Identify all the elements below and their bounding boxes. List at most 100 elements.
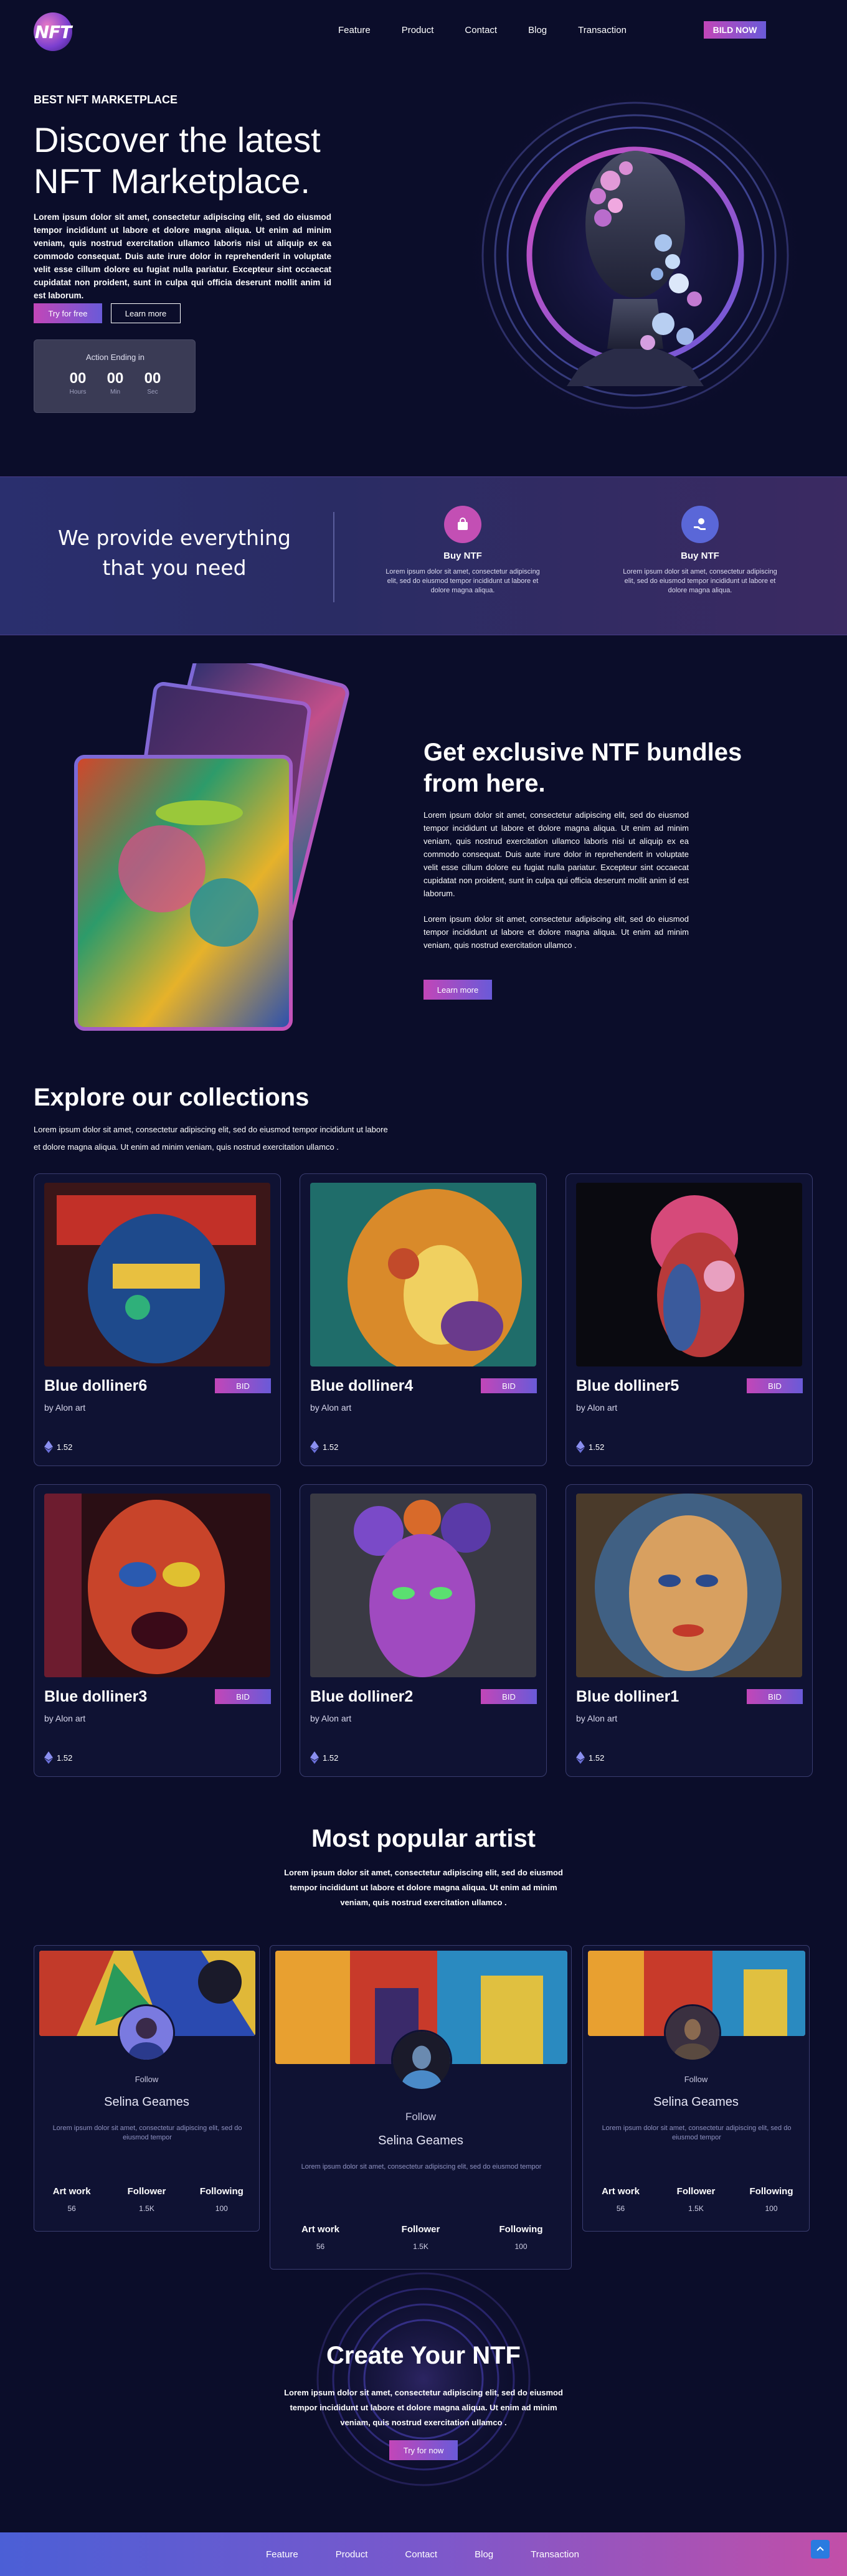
stat-label: Art work <box>52 2186 91 2197</box>
bundles-learn-more-button[interactable]: Learn more <box>424 980 492 1000</box>
min-label: Min <box>110 389 121 395</box>
auction-timer-card: Action Ending in 00 Hours 00 Min 00 Sec <box>34 339 196 413</box>
price-value: 1.52 <box>323 1753 339 1763</box>
feature-buy-ntf-1: Buy NTF Lorem ipsum dolor sit amet, cons… <box>385 506 541 595</box>
collection-image <box>310 1494 536 1677</box>
bid-button[interactable]: BID <box>481 1689 537 1704</box>
timer-seconds: 00 Sec <box>134 370 171 395</box>
logo-text: NFT <box>34 21 72 42</box>
stat-label: Following <box>749 2186 793 2197</box>
price-value: 1.52 <box>57 1442 73 1452</box>
nav-links: Feature Product Contact Blog Transaction <box>338 25 658 36</box>
bid-button[interactable]: BID <box>747 1378 803 1393</box>
timer-minutes: 00 Min <box>97 370 134 395</box>
collection-author: by Alon art <box>310 1403 352 1413</box>
stat-value: 1.5K <box>139 2204 154 2213</box>
hero-title: Discover the latest NFT Marketplace. <box>34 120 321 201</box>
bundles-paragraph-1: Lorem ipsum dolor sit amet, consectetur … <box>424 810 689 898</box>
follow-button[interactable]: Follow <box>270 2111 571 2123</box>
try-for-now-button[interactable]: Try for now <box>389 2440 458 2460</box>
scroll-to-top-button[interactable] <box>811 2540 830 2559</box>
artist-stats: Art work 56 Follower 1.5K Following 100 <box>583 2186 809 2213</box>
feature-buy-ntf-2: Buy NTF Lorem ipsum dolor sit amet, cons… <box>622 506 778 595</box>
collection-card[interactable]: Blue dolliner4 BID by Alon art 1.52 <box>300 1173 547 1466</box>
footer-link-contact[interactable]: Contact <box>405 2549 437 2560</box>
artist-avatar <box>118 2004 175 2062</box>
artist-bio: Lorem ipsum dolor sit amet, consectetur … <box>602 2124 792 2141</box>
collection-author: by Alon art <box>576 1713 618 1723</box>
bundles-paragraph-2: Lorem ipsum dolor sit amet, consectetur … <box>424 914 689 950</box>
collection-name: Blue dolliner1 <box>576 1688 679 1705</box>
feature-description: Lorem ipsum dolor sit amet, consectetur … <box>386 568 540 594</box>
collection-name: Blue dolliner5 <box>576 1377 679 1395</box>
footer-link-feature[interactable]: Feature <box>266 2549 298 2560</box>
collection-card[interactable]: Blue dolliner1 BID by Alon art 1.52 <box>565 1484 813 1777</box>
artist-name: Selina Geames <box>378 2134 463 2147</box>
artist-bio: Lorem ipsum dolor sit amet, consectetur … <box>301 2163 542 2171</box>
sec-value: 00 <box>144 370 161 387</box>
create-title: Create Your NTF <box>326 2342 521 2369</box>
top-navbar: NFT Feature Product Contact Blog Transac… <box>0 0 847 62</box>
collections-description: Lorem ipsum dolor sit amet, consectetur … <box>34 1125 388 1152</box>
collection-author: by Alon art <box>44 1713 86 1723</box>
try-for-free-button[interactable]: Try for free <box>34 303 102 323</box>
price-value: 1.52 <box>589 1753 605 1763</box>
stat-label: Follower <box>401 2224 440 2235</box>
build-now-button[interactable]: BILD NOW <box>704 21 766 39</box>
artist-stats: Art work 56 Follower 1.5K Following 100 <box>270 2224 571 2251</box>
stat-value: 1.5K <box>688 2204 704 2213</box>
stat-value: 56 <box>616 2204 625 2213</box>
ethereum-icon <box>44 1441 53 1453</box>
artist-stats: Art work 56 Follower 1.5K Following 100 <box>34 2186 259 2213</box>
nav-link-feature[interactable]: Feature <box>338 25 371 36</box>
min-value: 00 <box>106 370 124 387</box>
nav-link-blog[interactable]: Blog <box>528 25 547 36</box>
stat-label: Art work <box>301 2224 339 2235</box>
collection-price: 1.52 <box>310 1441 338 1453</box>
collection-name: Blue dolliner3 <box>44 1688 148 1705</box>
artist-card: Follow Selina Geames Lorem ipsum dolor s… <box>582 1945 810 2232</box>
footer-links: Feature Product Contact Blog Transaction <box>266 2549 617 2560</box>
collection-price: 1.52 <box>576 1441 604 1453</box>
hand-coin-icon <box>681 506 719 543</box>
collection-name: Blue dolliner6 <box>44 1377 148 1395</box>
collections-title: Explore our collections <box>34 1084 310 1111</box>
footer-link-product[interactable]: Product <box>336 2549 368 2560</box>
nav-link-product[interactable]: Product <box>402 25 434 36</box>
bid-button[interactable]: BID <box>215 1378 271 1393</box>
nft-logo[interactable]: NFT <box>34 12 72 51</box>
sec-label: Sec <box>147 389 158 395</box>
artist-card-featured: Follow Selina Geames Lorem ipsum dolor s… <box>270 1945 572 2270</box>
stat-label: Following <box>199 2186 244 2197</box>
artist-name: Selina Geames <box>104 2095 189 2109</box>
collection-image <box>576 1183 802 1366</box>
hero-description: Lorem ipsum dolor sit amet, consectetur … <box>34 212 331 300</box>
hours-label: Hours <box>69 389 87 395</box>
nav-link-transaction[interactable]: Transaction <box>578 25 627 36</box>
artist-bio: Lorem ipsum dolor sit amet, consectetur … <box>52 2124 242 2141</box>
hero-eyebrow: BEST NFT MARKETPLACE <box>34 93 177 106</box>
collection-card[interactable]: Blue dolliner6 BID by Alon art 1.52 <box>34 1173 281 1466</box>
hero-nft-bust-image <box>455 75 816 436</box>
footer-link-transaction[interactable]: Transaction <box>531 2549 579 2560</box>
collection-author: by Alon art <box>44 1403 86 1413</box>
nav-link-contact[interactable]: Contact <box>465 25 497 36</box>
follow-button[interactable]: Follow <box>583 2075 809 2084</box>
bid-button[interactable]: BID <box>215 1689 271 1704</box>
stat-value: 56 <box>67 2204 76 2213</box>
stat-value: 1.5K <box>413 2242 428 2251</box>
feature-title: Buy NTF <box>681 551 719 561</box>
collection-card[interactable]: Blue dolliner5 BID by Alon art 1.52 <box>565 1173 813 1466</box>
collection-price: 1.52 <box>576 1751 604 1764</box>
follow-button[interactable]: Follow <box>34 2075 259 2084</box>
collection-card[interactable]: Blue dolliner3 BID by Alon art 1.52 <box>34 1484 281 1777</box>
footer-link-blog[interactable]: Blog <box>475 2549 493 2560</box>
create-rings-decoration <box>302 2258 545 2501</box>
learn-more-button[interactable]: Learn more <box>111 303 181 323</box>
band-divider <box>333 512 334 602</box>
bid-button[interactable]: BID <box>747 1689 803 1704</box>
ethereum-icon <box>576 1441 585 1453</box>
collection-card[interactable]: Blue dolliner2 BID by Alon art 1.52 <box>300 1484 547 1777</box>
bid-button[interactable]: BID <box>481 1378 537 1393</box>
collection-name: Blue dolliner2 <box>310 1688 414 1705</box>
